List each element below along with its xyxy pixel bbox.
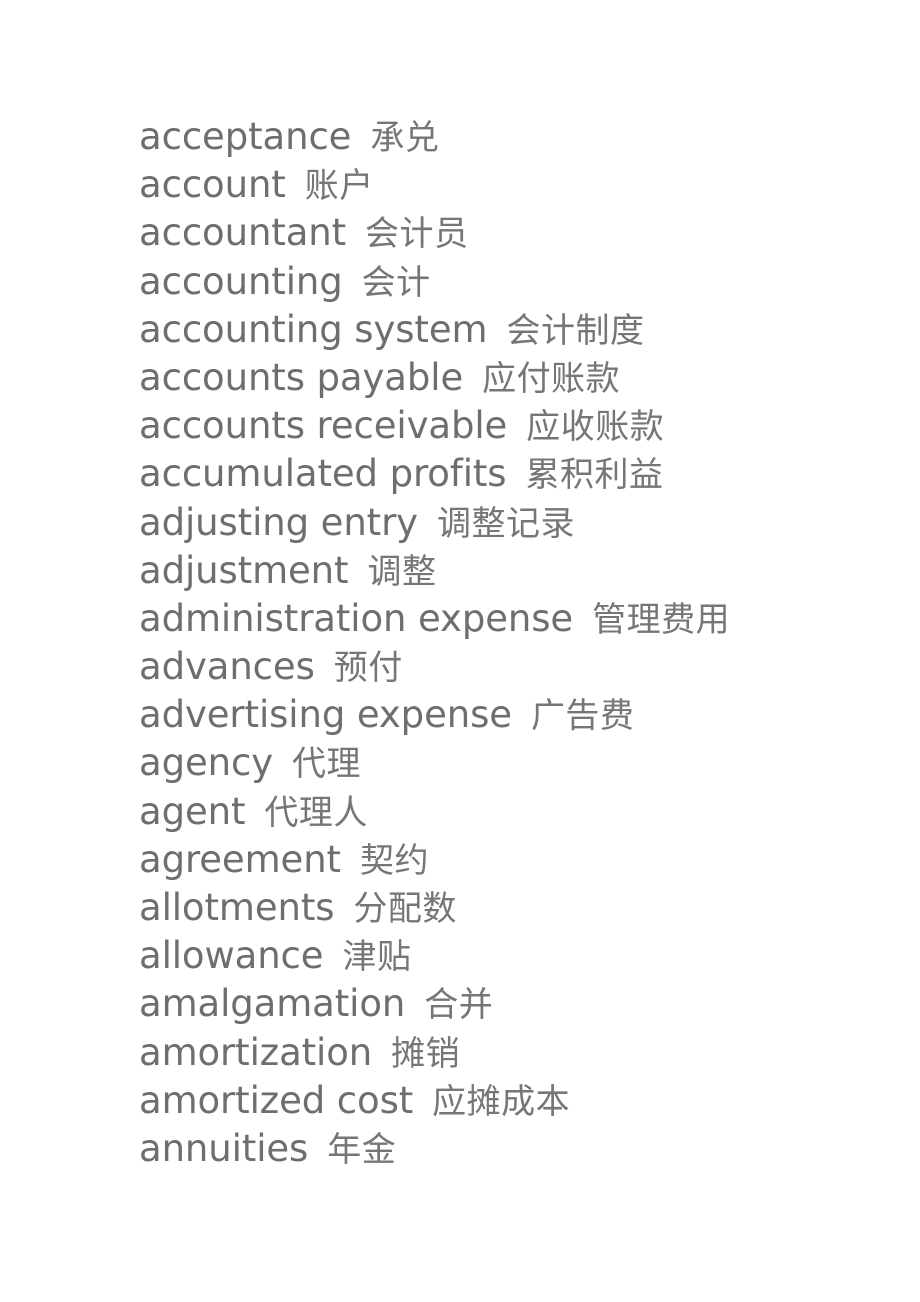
glossary-term-chinese: 分配数 — [353, 889, 457, 929]
glossary-term-english: advertising expense — [139, 693, 512, 737]
glossary-term-chinese: 累积利益 — [525, 455, 664, 496]
glossary-term-chinese: 契约 — [359, 840, 429, 881]
glossary-term-english: adjusting entry — [139, 500, 418, 544]
glossary-entry: accounting system 会计制度 — [139, 306, 879, 354]
glossary-entry: administration expense 管理费用 — [139, 595, 879, 643]
glossary-entry: allowance 津贴 — [139, 932, 879, 980]
glossary-term-english: accounts payable — [139, 355, 464, 399]
glossary-term-chinese: 应付账款 — [482, 358, 621, 399]
glossary-entry: account 账户 — [139, 161, 879, 209]
glossary-list: acceptance 承兑 account 账户 accountant 会计员 accoun… — [139, 113, 879, 1173]
glossary-entry: acceptance 承兑 — [139, 113, 879, 161]
glossary-term-chinese: 会计员 — [365, 214, 469, 255]
glossary-entry: advances 预付 — [139, 643, 879, 691]
glossary-term-chinese: 应摊成本 — [432, 1081, 571, 1122]
glossary-entry: amortized cost 应摊成本 — [139, 1077, 879, 1125]
glossary-term-chinese: 广告费 — [530, 696, 635, 737]
glossary-entry: accountant 会计员 — [139, 209, 879, 257]
glossary-term-chinese: 合并 — [424, 985, 494, 1026]
glossary-entry: accounting 会计 — [139, 258, 879, 306]
glossary-entry: adjustment 调整 — [139, 547, 879, 595]
glossary-term-english: agent — [139, 789, 246, 833]
glossary-term-english: advances — [139, 645, 315, 689]
glossary-term-english: amortized cost — [139, 1078, 414, 1122]
glossary-term-chinese: 代理人 — [264, 792, 368, 833]
glossary-term-english: acceptance — [139, 115, 352, 158]
glossary-term-english: administration expense — [139, 596, 574, 640]
glossary-term-chinese: 会计制度 — [506, 310, 645, 351]
glossary-entry: amortization 摊销 — [139, 1029, 879, 1077]
glossary-term-english: allowance — [139, 934, 324, 978]
glossary-entry: allotments 分配数 — [139, 884, 879, 932]
glossary-term-english: agreement — [139, 837, 341, 881]
glossary-term-english: amalgamation — [139, 982, 406, 1026]
glossary-entry: accumulated profits 累积利益 — [139, 450, 879, 498]
document-page: acceptance 承兑 account 账户 accountant 会计员 accoun… — [0, 0, 920, 1302]
glossary-term-chinese: 年金 — [327, 1129, 397, 1170]
glossary-term-english: allotments — [139, 886, 335, 929]
glossary-term-english: adjustment — [139, 548, 349, 592]
glossary-entry: agent 代理人 — [139, 788, 879, 836]
glossary-entry: annuities 年金 — [139, 1125, 879, 1173]
glossary-entry: adjusting entry 调整记录 — [139, 499, 879, 547]
glossary-term-chinese: 应收账款 — [526, 407, 665, 448]
glossary-term-chinese: 津贴 — [342, 937, 412, 978]
glossary-entry: agency 代理 — [139, 739, 879, 787]
glossary-entry: accounts payable 应付账款 — [139, 354, 879, 402]
glossary-term-chinese: 调整记录 — [436, 503, 575, 544]
glossary-term-chinese: 承兑 — [370, 118, 440, 158]
glossary-term-english: accounting system — [139, 307, 488, 351]
glossary-entry: accounts receivable 应收账款 — [139, 402, 879, 450]
glossary-term-chinese: 管理费用 — [592, 599, 731, 640]
glossary-term-english: agency — [139, 741, 274, 785]
glossary-term-chinese: 账户 — [304, 166, 374, 207]
glossary-term-english: accounting — [139, 259, 343, 303]
glossary-term-english: accountant — [139, 211, 347, 255]
glossary-term-english: accounts receivable — [139, 404, 508, 448]
glossary-entry: advertising expense 广告费 — [139, 691, 879, 739]
glossary-entry: agreement 契约 — [139, 836, 879, 884]
glossary-term-english: account — [139, 163, 286, 207]
glossary-term-chinese: 摊销 — [391, 1033, 461, 1074]
glossary-term-chinese: 预付 — [333, 648, 403, 689]
glossary-entry: amalgamation 合并 — [139, 980, 879, 1028]
glossary-term-chinese: 会计 — [361, 262, 431, 303]
glossary-term-chinese: 代理 — [292, 744, 362, 785]
glossary-term-english: annuities — [139, 1126, 309, 1170]
glossary-term-english: amortization — [139, 1030, 373, 1074]
glossary-term-english: accumulated profits — [139, 452, 507, 496]
glossary-term-chinese: 调整 — [367, 551, 437, 592]
